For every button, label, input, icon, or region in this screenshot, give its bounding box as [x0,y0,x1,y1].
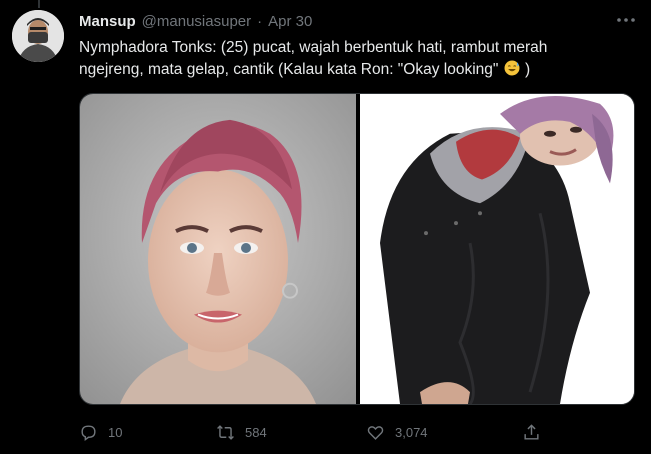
tweet-text-end: ) [525,61,531,78]
avatar[interactable] [12,10,64,62]
tweet-text: Nymphadora Tonks: (25) pucat, wajah berb… [79,37,639,81]
timestamp[interactable]: Apr 30 [268,13,312,30]
heart-icon [367,425,384,440]
separator-dot: · [257,12,263,30]
sweat-smile-emoji-icon [504,60,520,76]
share-icon [524,423,539,440]
photo-left[interactable] [80,94,356,404]
more-options-button[interactable] [615,12,637,28]
retweet-count: 584 [245,424,267,440]
tweet-text-line1: Nymphadora Tonks: (25) pucat, wajah berb… [79,39,548,56]
media-grid [79,93,635,405]
user-handle[interactable]: @manusiasuper [142,13,251,30]
avatar-image [12,10,64,62]
display-name[interactable]: Mansup [79,13,136,30]
tweet-actions: 10 584 3,074 [79,418,619,446]
tweet-text-line2: ngejreng, mata gelap, cantik (Kalau kata… [79,61,499,78]
share-button[interactable] [522,418,541,446]
reply-icon [81,424,96,441]
tweet-header: Mansup @manusiasuper · Apr 30 [79,11,611,31]
reply-button[interactable]: 10 [79,418,122,446]
like-button[interactable]: 3,074 [366,418,428,446]
thread-line [38,0,40,8]
reply-count: 10 [108,424,123,440]
more-dots-icon [617,18,635,22]
photo-right[interactable] [360,94,634,404]
retweet-icon [217,424,234,440]
portrait-image-left [80,94,356,404]
retweet-button[interactable]: 584 [216,418,267,446]
portrait-image-right [360,94,634,404]
like-count: 3,074 [395,424,428,440]
